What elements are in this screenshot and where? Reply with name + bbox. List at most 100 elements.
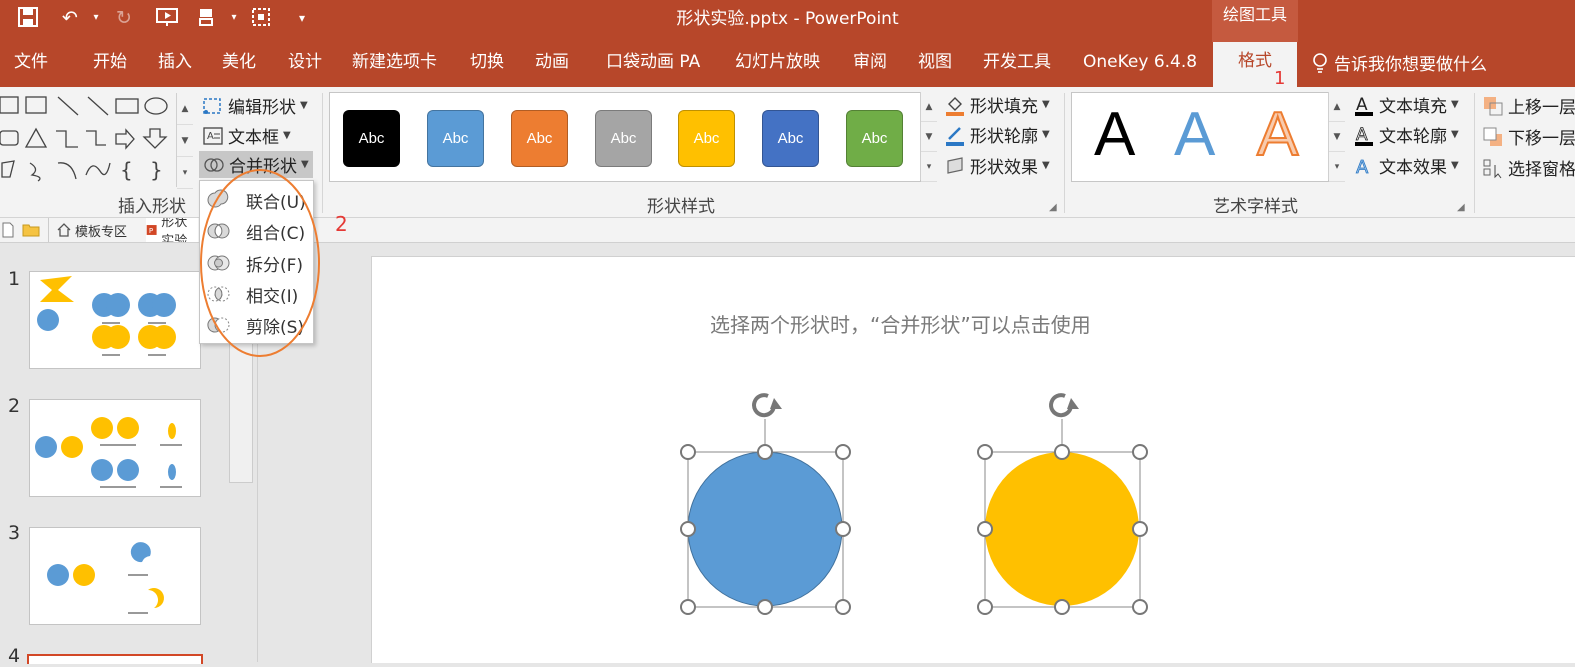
shape-style-swatch-black[interactable]: Abc (343, 110, 400, 167)
scroll-up-icon[interactable]: ▲ (921, 92, 937, 123)
insert-shapes-group-label: 插入形状 (118, 197, 186, 217)
tab-transitions[interactable]: 切换 (470, 42, 504, 87)
tab-pocket-animation[interactable]: 口袋动画 PA (606, 42, 700, 87)
text-outline-button[interactable]: A 文本轮廓 ▼ (1353, 122, 1459, 147)
chevron-down-icon: ▼ (283, 130, 291, 141)
tab-current-file-label: 形状实验 (161, 218, 188, 242)
shape-effects-button[interactable]: 形状效果 ▼ (944, 153, 1050, 178)
scroll-down-icon[interactable]: ▼ (1329, 122, 1345, 153)
text-effects-button[interactable]: A 文本效果 ▼ (1353, 153, 1459, 178)
arrange-group: 上移一层 下移一层 选择窗格 (1482, 93, 1575, 193)
group-divider (1064, 93, 1065, 213)
swatch-text: Abc (861, 130, 888, 147)
tab-home[interactable]: 开始 (93, 42, 127, 87)
tab-design[interactable]: 设计 (288, 42, 322, 87)
text-fill-icon: A (1355, 95, 1373, 116)
scroll-up-icon[interactable]: ▲ (177, 93, 193, 126)
svg-text:P: P (149, 226, 154, 235)
shape-fill-button[interactable]: 形状填充 ▼ (944, 92, 1050, 117)
new-document-icon[interactable] (2, 222, 14, 242)
slide-thumbnail-2[interactable] (29, 399, 201, 497)
gallery-more-icon[interactable]: ▾ (1329, 152, 1345, 183)
title-bar: ↶ ▾ ↻ ▾ ▾ 形状实验.pptx - PowerPoint 绘图工具 (0, 0, 1575, 42)
annotation-2: 2 (335, 212, 348, 236)
swatch-text: Abc (693, 130, 720, 147)
wordart-style-orange-outline[interactable]: A (1256, 99, 1299, 170)
wordart-group-label: 艺术字样式 (1213, 197, 1298, 217)
tab-slideshow[interactable]: 幻灯片放映 (735, 42, 820, 87)
tab-template-zone[interactable]: 模板专区 (48, 218, 148, 242)
shape-styles-scroll[interactable]: ▲ ▼ ▾ (920, 92, 937, 183)
text-outline-label: 文本轮廓 (1379, 127, 1447, 147)
gallery-more-icon[interactable]: ▾ (177, 157, 193, 190)
paint-bucket-icon (946, 96, 964, 116)
window-title: 形状实验.pptx - PowerPoint (676, 9, 899, 29)
tell-me-box[interactable]: 告诉我你想要做什么 (1312, 50, 1487, 75)
tab-beautify[interactable]: 美化 (222, 42, 256, 87)
slide-shapes-layer (680, 393, 1148, 615)
chevron-down-icon: ▼ (1042, 160, 1050, 171)
pptx-file-icon: P (146, 225, 157, 235)
tab-new-tab[interactable]: 新建选项卡 (352, 42, 437, 87)
tab-view[interactable]: 视图 (918, 42, 952, 87)
slide-canvas: 选择两个形状时，“合并形状”可以点击使用 (371, 256, 1575, 663)
text-fill-button[interactable]: A 文本填充 ▼ (1353, 92, 1459, 117)
edit-shape-icon (203, 97, 221, 114)
tab-insert[interactable]: 插入 (158, 42, 192, 87)
wordart-scroll[interactable]: ▲ ▼ ▾ (1328, 92, 1345, 183)
shape-styles-gallery[interactable]: Abc Abc Abc Abc Abc Abc Abc (329, 92, 921, 182)
text-box-button[interactable]: A 文本框 ▼ (202, 123, 291, 148)
selection-pane-button[interactable]: 选择窗格 (1482, 155, 1575, 180)
shape-style-swatch-blue[interactable]: Abc (427, 110, 484, 167)
rotate-handle-icon[interactable] (752, 393, 782, 418)
text-box-icon: A (203, 126, 223, 145)
text-effects-label: 文本效果 (1379, 158, 1447, 178)
shapes-gallery-scroll[interactable]: ▲ ▼ ▾ (176, 93, 193, 190)
scroll-down-icon[interactable]: ▼ (921, 122, 937, 153)
slide-thumbnail-1[interactable] (29, 271, 201, 369)
shape-outline-label: 形状轮廓 (970, 127, 1038, 147)
context-tab-header: 绘图工具 (1212, 0, 1298, 42)
tab-developer[interactable]: 开发工具 (983, 42, 1051, 87)
annotation-1: 1 (1274, 68, 1286, 89)
chevron-down-icon: ▼ (300, 100, 308, 111)
wordart-style-blue[interactable]: A (1174, 99, 1215, 170)
wordart-gallery[interactable]: A A A (1071, 92, 1329, 182)
edit-shape-button[interactable]: 编辑形状 ▼ (202, 93, 308, 118)
tell-me-text: 告诉我你想要做什么 (1334, 55, 1487, 75)
tab-animations[interactable]: 动画 (535, 42, 569, 87)
tab-review[interactable]: 审阅 (853, 42, 887, 87)
shape-style-swatch-dark-blue[interactable]: Abc (762, 110, 819, 167)
tab-onekey[interactable]: OneKey 6.4.8 (1083, 42, 1197, 87)
scroll-down-icon[interactable]: ▼ (177, 125, 193, 158)
folder-icon[interactable] (22, 222, 40, 241)
chevron-down-icon: ▼ (1451, 99, 1459, 110)
slide-number: 2 (8, 395, 21, 417)
slide-thumbnail-3[interactable] (29, 527, 201, 625)
shape-styles-group-label: 形状样式 (647, 197, 715, 217)
scroll-up-icon[interactable]: ▲ (1329, 92, 1345, 123)
tab-file[interactable]: 文件 (14, 42, 48, 87)
wordart-style-black[interactable]: A (1094, 99, 1135, 170)
shape-style-swatch-orange[interactable]: Abc (511, 110, 568, 167)
dialog-launcher-icon[interactable]: ◢ (1457, 202, 1465, 213)
slide-thumbnail-4-selected[interactable] (27, 654, 203, 664)
tab-current-file[interactable]: P 形状实验 (146, 218, 198, 242)
send-backward-button[interactable]: 下移一层 (1482, 124, 1575, 149)
bring-forward-button[interactable]: 上移一层 (1482, 93, 1575, 118)
home-icon (57, 223, 71, 237)
shapes-gallery[interactable]: { } (0, 91, 176, 187)
shape-outline-button[interactable]: 形状轮廓 ▼ (944, 122, 1050, 147)
shape-style-swatch-gray[interactable]: Abc (595, 110, 652, 167)
shape-effects-icon (947, 156, 963, 174)
chevron-down-icon: ▼ (1451, 160, 1459, 171)
dialog-launcher-icon[interactable]: ◢ (1049, 202, 1057, 213)
gallery-more-icon[interactable]: ▾ (921, 152, 937, 183)
shape-style-swatch-gold[interactable]: Abc (678, 110, 735, 167)
shape-style-swatch-green[interactable]: Abc (846, 110, 903, 167)
slide-number: 3 (8, 522, 21, 544)
swatch-text: Abc (442, 130, 469, 147)
selection-pane-icon (1483, 159, 1502, 178)
svg-text:{: { (120, 158, 133, 182)
rotate-handle-icon[interactable] (1049, 393, 1079, 418)
